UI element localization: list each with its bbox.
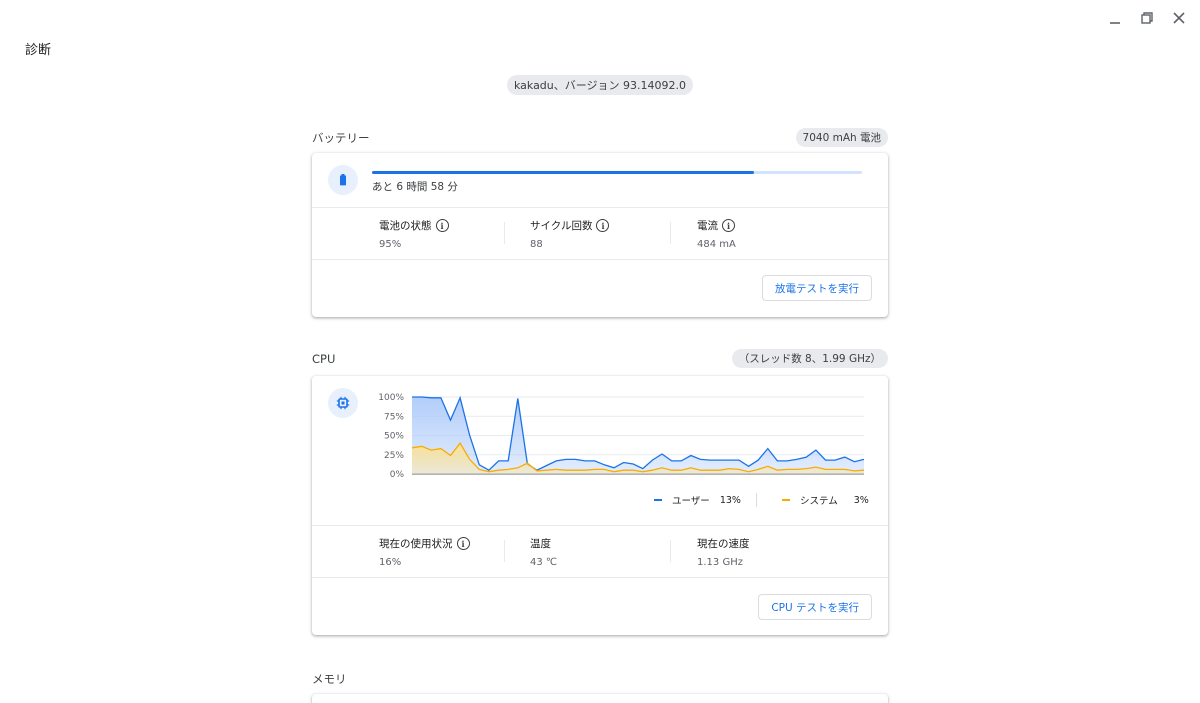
cpu-speed-metric: 現在の速度 1.13 GHz [697, 536, 750, 568]
cpu-card: 100% 75% 50% 25% 0% ユーザー 13% システム 3% 現在の使用状況… [312, 376, 888, 635]
restore-icon [1141, 12, 1153, 24]
divider [504, 222, 505, 244]
minimize-icon [1110, 22, 1120, 24]
cpu-spec-badge: （スレッド数 8、1.99 GHz） [731, 349, 888, 368]
memory-card [312, 694, 888, 703]
legend-system-value: 3% [853, 494, 869, 506]
legend-user: ユーザー 13% [654, 493, 741, 507]
cpu-temperature-value: 43 ℃ [530, 557, 558, 568]
run-cpu-test-button[interactable]: CPU テストを実行 [758, 594, 872, 620]
legend-user-value: 13% [719, 494, 741, 506]
chart-line-user [412, 395, 865, 472]
chart-y-tick-label: 0% [390, 470, 405, 480]
legend-system-label: システム [800, 496, 838, 507]
current-value: 484 mA [697, 239, 736, 250]
battery-icon-badge [328, 165, 358, 195]
cpu-usage-value: 16% [379, 557, 402, 568]
cpu-speed-value: 1.13 GHz [697, 557, 743, 568]
battery-remaining-time: あと 6 時間 58 分 [372, 181, 458, 193]
app-title: 診断 [25, 43, 52, 58]
chart-y-tick-label: 50% [384, 432, 404, 442]
cpu-usage-chart: 100% 75% 50% 25% 0% [378, 393, 865, 480]
legend-user-label: ユーザー [672, 496, 710, 507]
cpu-section-title: CPU [312, 351, 336, 366]
chart-y-tick-label: 100% [378, 393, 404, 403]
legend-system-swatch [782, 499, 790, 501]
battery-icon [340, 174, 346, 186]
divider [312, 207, 888, 208]
minimize-button[interactable] [1104, 8, 1126, 28]
divider [670, 540, 671, 562]
cycle-count-metric: サイクル回数 i 88 [530, 218, 610, 250]
version-badge: kakadu、バージョン 93.14092.0 [506, 75, 694, 95]
current-metric: 電流 i 484 mA [697, 218, 736, 250]
window-controls [1104, 8, 1190, 28]
battery-health-value: 95% [379, 239, 402, 250]
chart-y-tick-label: 25% [384, 451, 404, 461]
battery-health-label: 電池の状態 [379, 220, 432, 232]
cycle-count-value: 88 [530, 239, 543, 250]
chart-y-tick-label: 75% [384, 412, 404, 422]
battery-section-title: バッテリー [312, 130, 370, 145]
cycle-count-label: サイクル回数 [530, 220, 593, 232]
divider [756, 493, 757, 507]
info-icon[interactable]: i [596, 219, 610, 232]
battery-charge-fill [372, 171, 755, 174]
cpu-chart-legend: ユーザー 13% システム 3% [312, 493, 888, 507]
divider [504, 540, 505, 562]
cpu-chip-icon [336, 396, 350, 410]
cpu-usage-metric: 現在の使用状況 i 16% [379, 536, 470, 568]
battery-health-metric: 電池の状態 i 95% [379, 218, 449, 250]
current-label: 電流 [697, 220, 718, 232]
divider [312, 259, 888, 260]
cpu-temperature-label: 温度 [530, 538, 551, 550]
memory-section-title: メモリ [312, 672, 347, 686]
battery-section-header: バッテリー 7040 mAh 電池 [312, 128, 888, 147]
restore-button[interactable] [1136, 8, 1158, 28]
divider [312, 525, 888, 526]
legend-system: システム 3% [782, 493, 869, 507]
info-icon[interactable]: i [722, 219, 735, 232]
legend-user-swatch [654, 499, 662, 501]
info-icon[interactable]: i [435, 219, 449, 232]
battery-capacity-badge: 7040 mAh 電池 [795, 128, 888, 147]
divider [312, 577, 888, 578]
battery-card: あと 6 時間 58 分 電池の状態 i 95% サイクル回数 i 88 電流 … [312, 153, 888, 317]
close-button[interactable] [1168, 8, 1190, 28]
cpu-speed-label: 現在の速度 [697, 538, 750, 550]
run-discharge-test-button[interactable]: 放電テストを実行 [762, 275, 872, 301]
divider [670, 222, 671, 244]
cpu-temperature-metric: 温度 43 ℃ [530, 536, 557, 568]
close-icon [1173, 12, 1185, 24]
battery-charge-bar [372, 171, 862, 174]
memory-section-header: メモリ [312, 671, 888, 687]
info-icon[interactable]: i [456, 537, 470, 550]
cpu-section-header: CPU （スレッド数 8、1.99 GHz） [312, 349, 888, 368]
cpu-usage-label: 現在の使用状況 [379, 538, 453, 550]
